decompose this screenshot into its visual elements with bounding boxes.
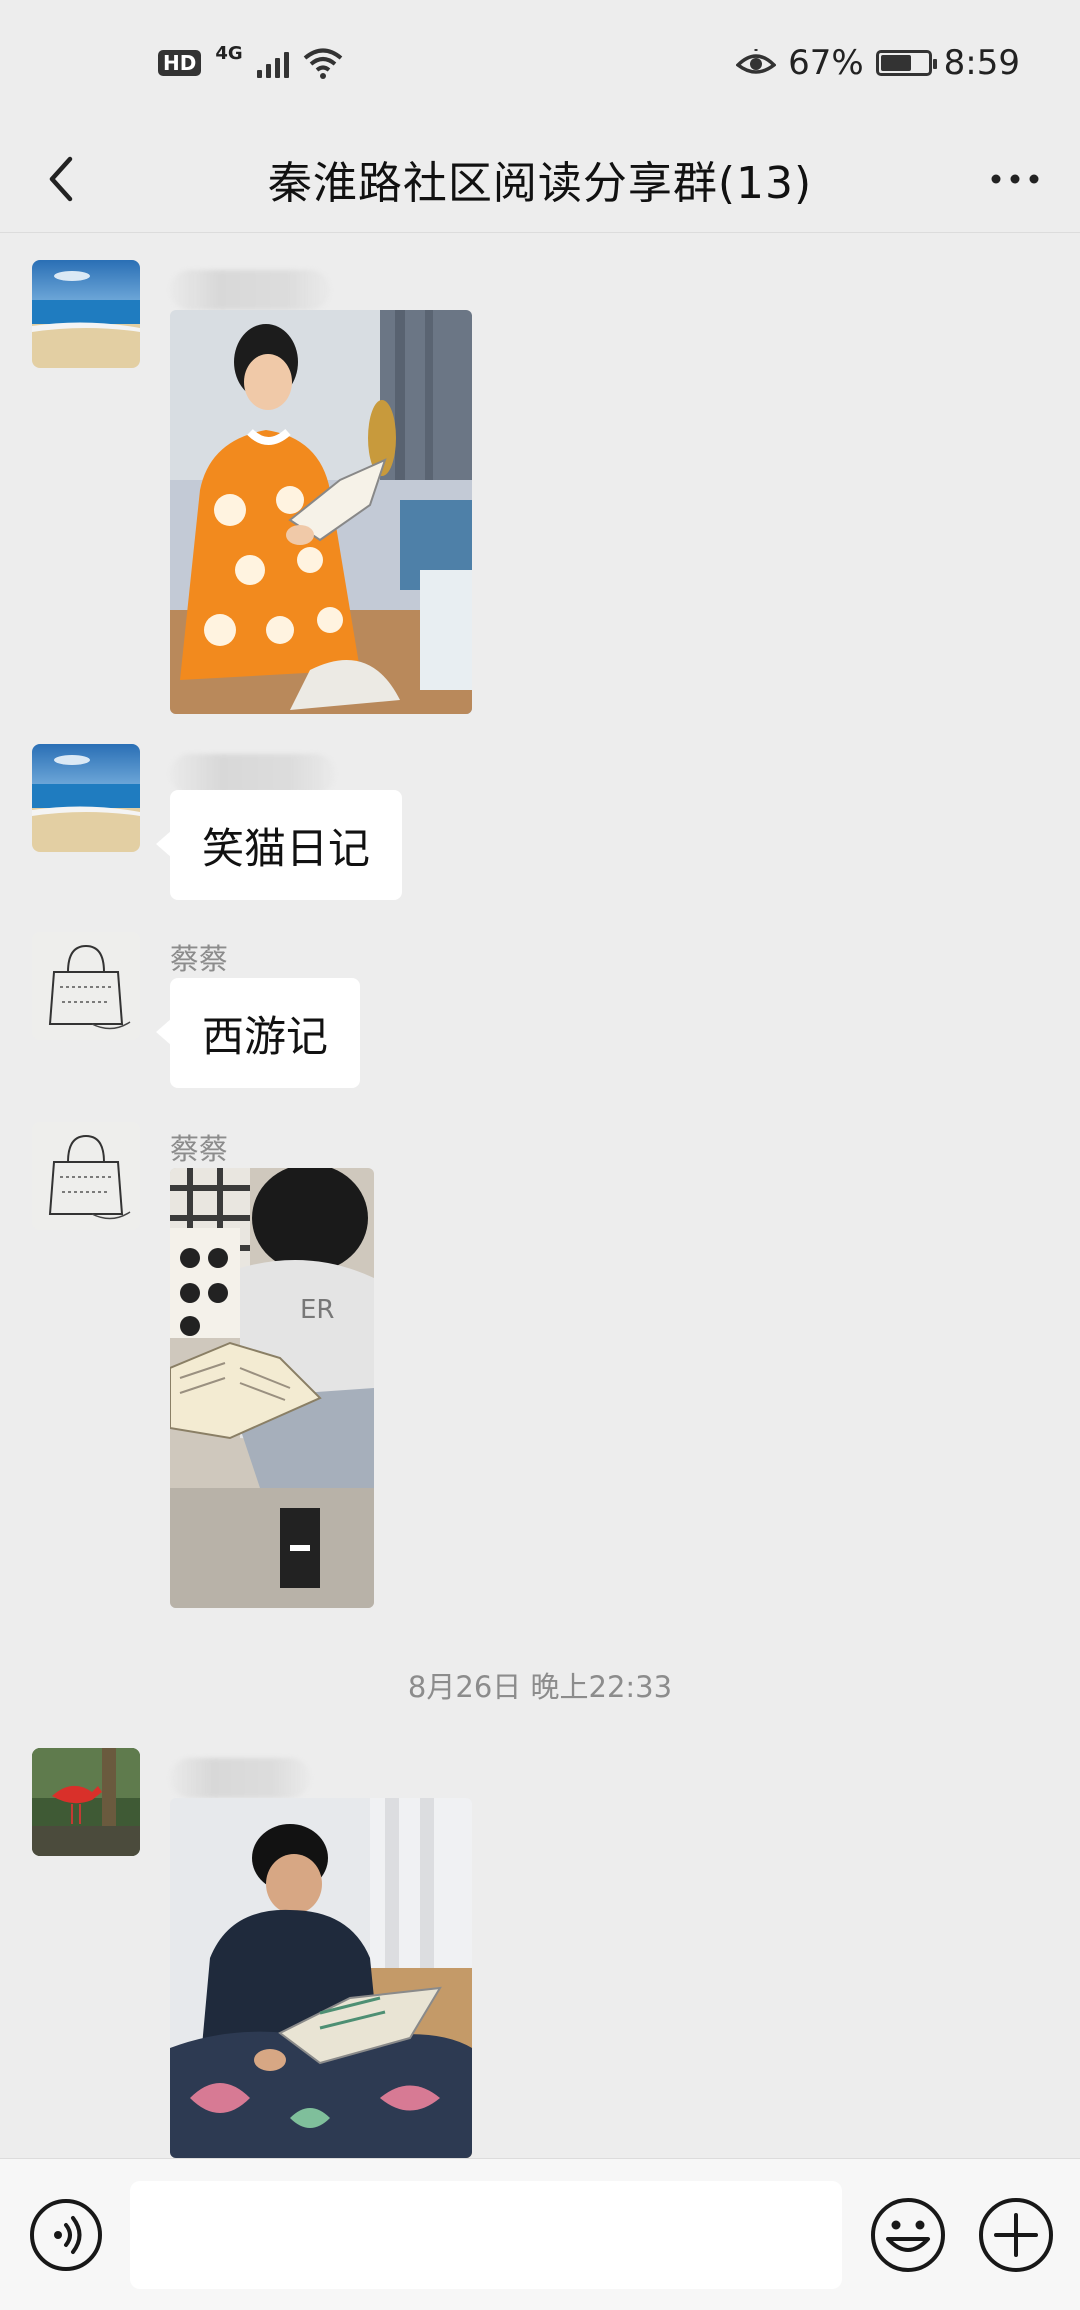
shared-photo-boy-reading[interactable] [170, 1798, 472, 2158]
eye-comfort-icon [736, 48, 777, 74]
avatar-beach[interactable] [32, 260, 140, 368]
plus-icon[interactable] [976, 2195, 1056, 2275]
status-right: 67% 8:59 [736, 43, 1020, 83]
chat-message-list[interactable]: 笑猫日记 蔡蔡 西游记 蔡蔡 ER 8月26日 晚上22:33 [0, 234, 1080, 2158]
avatar-bird[interactable] [32, 1748, 140, 1856]
more-dots-icon[interactable] [980, 147, 1050, 211]
message-bubble[interactable]: 西游记 [155, 978, 361, 1088]
status-left: HD 4G [158, 43, 343, 82]
message-input[interactable] [130, 2181, 842, 2289]
avatar-sketch-bag[interactable] [32, 932, 140, 1040]
shared-photo-child-reading[interactable]: ER [170, 1168, 374, 1608]
avatar-beach[interactable] [32, 744, 140, 852]
chevron-left-icon[interactable] [32, 147, 96, 211]
battery-icon [875, 49, 937, 76]
chat-title: 秦淮路社区阅读分享群(13) [267, 157, 813, 209]
status-bar: HD 4G 67% 8:59 [0, 0, 1080, 125]
network-type: 4G [215, 43, 243, 64]
input-bar [0, 2158, 1080, 2310]
chat-header: 秦淮路社区阅读分享群(13) [0, 125, 1080, 233]
sender-name-blurred [170, 754, 335, 794]
message-bubble[interactable]: 笑猫日记 [155, 790, 403, 900]
avatar-sketch-bag[interactable] [32, 1122, 140, 1230]
voice-icon[interactable] [28, 2197, 104, 2273]
sender-name: 蔡蔡 [170, 1132, 229, 1166]
emoji-icon[interactable] [868, 2195, 948, 2275]
signal-icon [256, 48, 289, 78]
chat-timestamp: 8月26日 晚上22:33 [407, 1670, 673, 1704]
battery-percent: 67% [788, 42, 864, 83]
battery-fill [880, 54, 912, 71]
sender-name-blurred [170, 270, 330, 310]
sender-name-blurred [170, 1758, 310, 1798]
status-time: 8:59 [943, 42, 1020, 83]
wifi-icon [303, 48, 342, 79]
hd-badge: HD [158, 49, 202, 76]
svg-text:ER: ER [300, 1295, 335, 1325]
sender-name: 蔡蔡 [170, 942, 229, 976]
shared-photo-girl-reading[interactable] [170, 310, 472, 714]
